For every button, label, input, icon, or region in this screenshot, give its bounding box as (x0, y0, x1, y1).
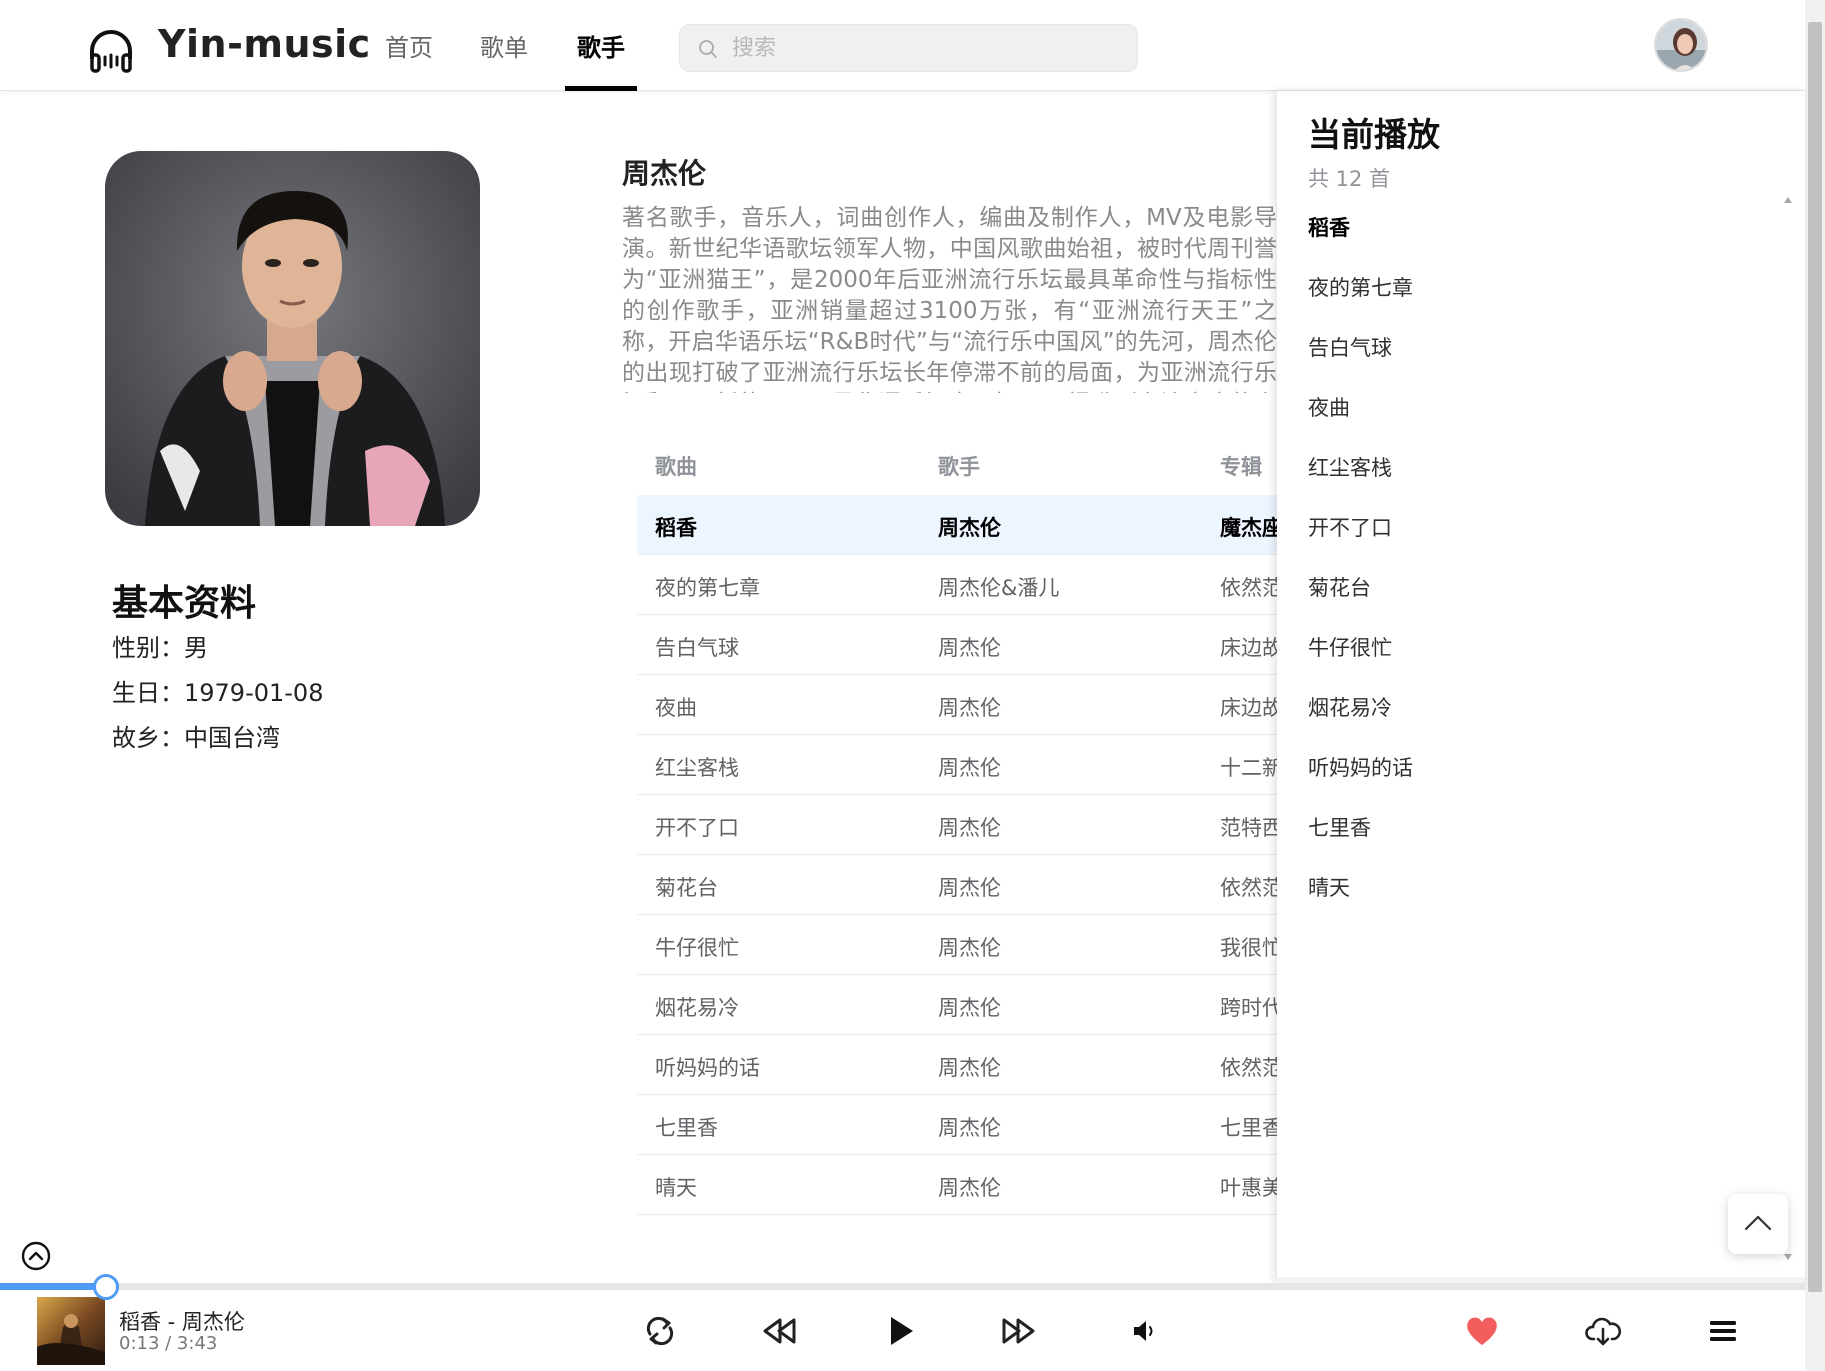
playlist-item[interactable]: 稻香 (1308, 212, 1350, 242)
progress-track[interactable] (0, 1283, 1805, 1290)
playlist-item[interactable]: 牛仔很忙 (1308, 632, 1392, 662)
playlist-item[interactable]: 开不了口 (1308, 512, 1392, 542)
progress-fill (0, 1283, 107, 1290)
song-title: 晴天 (655, 1176, 697, 1200)
playlist-item[interactable]: 烟花易冷 (1308, 692, 1392, 722)
song-album: 我很忙 (1220, 936, 1283, 960)
song-title: 开不了口 (655, 816, 739, 840)
song-singer: 周杰伦 (938, 876, 1001, 900)
brand-name[interactable]: Yin-music (158, 22, 371, 66)
song-title: 七里香 (655, 1116, 718, 1140)
song-singer: 周杰伦 (938, 516, 1001, 540)
song-title: 夜曲 (655, 696, 697, 720)
headphones-logo-icon[interactable] (86, 25, 136, 75)
table-row[interactable]: 告白气球 周杰伦 床边故事 (637, 615, 1304, 675)
song-singer: 周杰伦 (938, 996, 1001, 1020)
song-singer: 周杰伦 (938, 636, 1001, 660)
loop-icon[interactable] (641, 1312, 679, 1350)
song-album: 叶惠美 (1220, 1176, 1283, 1200)
song-singer: 周杰伦 (938, 756, 1001, 780)
singer-name: 周杰伦 (622, 157, 707, 190)
song-title: 红尘客栈 (655, 756, 739, 780)
download-icon[interactable] (1584, 1312, 1622, 1350)
search-box[interactable] (679, 24, 1138, 72)
song-singer: 周杰伦 (938, 696, 1001, 720)
volume-icon[interactable] (1128, 1312, 1166, 1350)
table-row[interactable]: 夜曲 周杰伦 床边故事 (637, 675, 1304, 735)
player-bar: 稻香 - 周杰伦 0:13 / 3:43 (0, 1290, 1805, 1371)
previous-icon[interactable] (760, 1312, 798, 1350)
song-title: 菊花台 (655, 876, 718, 900)
table-header: 歌曲 歌手 专辑 (637, 435, 1277, 495)
singer-hometown: 故乡：中国台湾 (112, 724, 280, 752)
song-title: 听妈妈的话 (655, 1056, 760, 1080)
drawer-title: 当前播放 (1308, 115, 1440, 154)
like-icon[interactable] (1463, 1312, 1501, 1350)
track-time: 0:13 / 3:43 (119, 1333, 218, 1354)
playlist-item[interactable]: 听妈妈的话 (1308, 752, 1413, 782)
nav-active-indicator (565, 86, 637, 91)
singer-gender: 性别：男 (112, 634, 208, 662)
table-row[interactable]: 七里香 周杰伦 七里香 (637, 1095, 1283, 1155)
user-avatar[interactable] (1654, 18, 1708, 72)
playlist-icon[interactable] (1704, 1312, 1742, 1350)
nav-singers[interactable]: 歌手 (577, 28, 625, 63)
playlist-item[interactable]: 菊花台 (1308, 572, 1371, 602)
singer-birthday: 生日：1979-01-08 (112, 679, 324, 707)
page-scrollbar-thumb[interactable] (1808, 22, 1822, 1292)
playlist-item[interactable]: 红尘客栈 (1308, 452, 1392, 482)
table-row[interactable]: 晴天 周杰伦 叶惠美 (637, 1155, 1283, 1215)
table-row[interactable]: 红尘客栈 周杰伦 十二新作 (637, 735, 1304, 795)
singer-photo (105, 151, 480, 526)
top-header: Yin-music 首页 歌单 歌手 (0, 0, 1805, 91)
song-album: 跨时代 (1220, 996, 1283, 1020)
song-table: 歌曲 歌手 专辑 稻香 周杰伦 魔杰座 夜的第七章 周杰伦&潘儿 依然范特西 告… (637, 435, 1325, 1215)
nav-playlists[interactable]: 歌单 (480, 28, 528, 63)
track-title: 稻香 - 周杰伦 (119, 1310, 245, 1334)
table-row[interactable]: 牛仔很忙 周杰伦 我很忙 (637, 915, 1283, 975)
singer-description: 著名歌手，音乐人，词曲创作人，编曲及制作人，MV及电影导演。新世纪华语歌坛领军人… (622, 205, 1277, 393)
song-singer: 周杰伦 (938, 1176, 1001, 1200)
playlist-item[interactable]: 夜的第七章 (1308, 272, 1413, 302)
play-icon[interactable] (881, 1312, 919, 1350)
song-singer: 周杰伦 (938, 1056, 1001, 1080)
song-title: 告白气球 (655, 636, 739, 660)
playlist-item[interactable]: 七里香 (1308, 812, 1371, 842)
header-singer[interactable]: 歌手 (938, 451, 980, 481)
table-row[interactable]: 稻香 周杰伦 魔杰座 (637, 495, 1283, 555)
playlist-item[interactable]: 晴天 (1308, 872, 1350, 902)
current-playlist-drawer: 当前播放 共 12 首 稻香 夜的第七章 告白气球 夜曲 红尘客栈 开不了口 菊… (1277, 91, 1805, 1283)
table-row[interactable]: 开不了口 周杰伦 范特西 (637, 795, 1283, 855)
song-title: 稻香 (655, 516, 697, 540)
playlist-item[interactable]: 告白气球 (1308, 332, 1392, 362)
album-cover[interactable] (37, 1297, 105, 1365)
playlist-count: 共 12 首 (1308, 167, 1391, 191)
collapse-player-icon[interactable] (21, 1241, 51, 1271)
next-icon[interactable] (1000, 1312, 1038, 1350)
header-song[interactable]: 歌曲 (655, 451, 697, 481)
song-singer: 周杰伦 (938, 816, 1001, 840)
chevron-up-icon (1744, 1215, 1772, 1231)
song-title: 烟花易冷 (655, 996, 739, 1020)
table-row[interactable]: 菊花台 周杰伦 依然范特西 (637, 855, 1325, 915)
back-to-top-button[interactable] (1728, 1194, 1788, 1254)
song-singer: 周杰伦&潘儿 (938, 576, 1060, 600)
song-album: 魔杰座 (1220, 516, 1283, 540)
table-row[interactable]: 夜的第七章 周杰伦&潘儿 依然范特西 (637, 555, 1325, 615)
basic-info-title: 基本资料 (112, 583, 257, 624)
drawer-scrollbar[interactable] (1783, 191, 1793, 1266)
song-title: 夜的第七章 (655, 576, 760, 600)
song-singer: 周杰伦 (938, 936, 1001, 960)
table-row[interactable]: 烟花易冷 周杰伦 跨时代 (637, 975, 1283, 1035)
search-icon (699, 40, 717, 58)
song-album: 范特西 (1220, 816, 1283, 840)
song-album: 七里香 (1220, 1116, 1283, 1140)
song-singer: 周杰伦 (938, 1116, 1001, 1140)
table-row[interactable]: 听妈妈的话 周杰伦 依然范特西 (637, 1035, 1325, 1095)
playlist-item[interactable]: 夜曲 (1308, 392, 1350, 422)
song-title: 牛仔很忙 (655, 936, 739, 960)
nav-home[interactable]: 首页 (385, 28, 433, 63)
header-album[interactable]: 专辑 (1220, 451, 1262, 481)
search-input[interactable] (730, 33, 1120, 63)
